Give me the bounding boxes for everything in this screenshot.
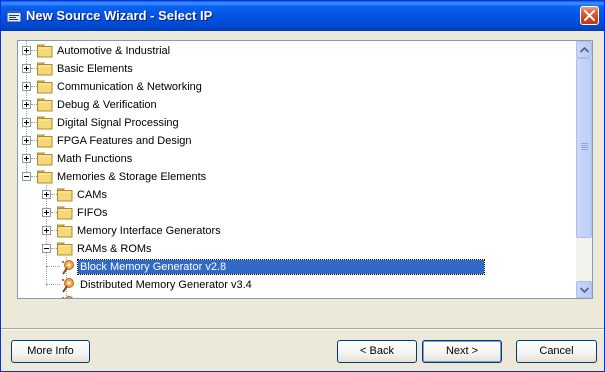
tree-item-label[interactable]: Distributed Memory v7.1 <box>78 296 201 298</box>
close-icon <box>584 10 595 21</box>
tree-row[interactable]: Distributed Memory v7.1 <box>18 294 576 298</box>
next-button[interactable]: Next > <box>422 340 502 363</box>
folder-icon <box>57 206 73 220</box>
tree-row[interactable]: Digital Signal Processing <box>18 114 576 132</box>
folder-icon <box>57 224 73 238</box>
expand-toggle-icon[interactable] <box>22 118 31 127</box>
folder-icon <box>37 98 53 112</box>
scroll-thumb[interactable] <box>576 58 592 238</box>
cancel-button[interactable]: Cancel <box>516 340 597 363</box>
wizard-window: New Source Wizard - Select IP Automotive… <box>0 0 605 372</box>
tree-item-label[interactable]: Debug & Verification <box>55 98 159 112</box>
wizard-app-icon <box>6 8 22 24</box>
folder-icon <box>37 62 53 76</box>
tree-item-label[interactable]: Memory Interface Generators <box>75 224 223 238</box>
tree-item-label[interactable]: Automotive & Industrial <box>55 44 172 58</box>
tree-item-label[interactable]: Math Functions <box>55 152 134 166</box>
scroll-down-button[interactable] <box>576 281 592 298</box>
folder-icon <box>57 188 73 202</box>
scroll-up-arrow-icon <box>580 47 589 53</box>
tree-item-label[interactable]: FIFOs <box>75 206 110 220</box>
ip-tree-content[interactable]: Automotive & Industrial Basic Elements Com… <box>18 41 576 298</box>
tree-row[interactable]: Block Memory Generator v2.8 <box>18 258 576 276</box>
folder-icon <box>37 170 53 184</box>
folder-icon <box>37 44 53 58</box>
tree-row[interactable]: Basic Elements <box>18 60 576 78</box>
dialog-separator <box>1 328 604 330</box>
expand-toggle-icon[interactable] <box>22 154 31 163</box>
title-bar[interactable]: New Source Wizard - Select IP <box>1 1 604 31</box>
expand-toggle-icon[interactable] <box>42 190 51 199</box>
tree-item-label[interactable]: Distributed Memory Generator v3.4 <box>78 278 254 292</box>
back-button[interactable]: < Back <box>337 340 417 363</box>
tree-row[interactable]: RAMs & ROMs <box>18 240 576 258</box>
folder-icon <box>37 134 53 148</box>
tree-row[interactable]: Math Functions <box>18 150 576 168</box>
folder-icon <box>37 80 53 94</box>
collapse-toggle-icon[interactable] <box>42 244 51 253</box>
tree-connector <box>46 266 60 267</box>
expand-toggle-icon[interactable] <box>22 136 31 145</box>
folder-icon <box>57 242 73 256</box>
ip-core-icon <box>62 296 73 298</box>
tree-row[interactable]: Automotive & Industrial <box>18 42 576 60</box>
tree-row[interactable]: FPGA Features and Design <box>18 132 576 150</box>
window-title: New Source Wizard - Select IP <box>26 8 213 23</box>
folder-icon <box>37 116 53 130</box>
expand-toggle-icon[interactable] <box>22 100 31 109</box>
tree-item-label[interactable]: Communication & Networking <box>55 80 204 94</box>
tree-row[interactable]: Communication & Networking <box>18 78 576 96</box>
ip-core-icon <box>62 278 74 293</box>
ip-core-icon <box>62 260 74 275</box>
tree-row[interactable]: Debug & Verification <box>18 96 576 114</box>
tree-row[interactable]: FIFOs <box>18 204 576 222</box>
scroll-up-button[interactable] <box>576 41 592 58</box>
expand-toggle-icon[interactable] <box>42 208 51 217</box>
scroll-down-arrow-icon <box>580 287 589 293</box>
collapse-toggle-icon[interactable] <box>22 172 31 181</box>
tree-row[interactable]: Memory Interface Generators <box>18 222 576 240</box>
folder-icon <box>37 152 53 166</box>
tree-row[interactable]: Distributed Memory Generator v3.4 <box>18 276 576 294</box>
tree-row[interactable]: Memories & Storage Elements <box>18 168 576 186</box>
expand-toggle-icon[interactable] <box>22 64 31 73</box>
tree-item-label[interactable]: RAMs & ROMs <box>75 242 154 256</box>
more-info-button[interactable]: More Info <box>11 340 90 363</box>
tree-item-label[interactable]: CAMs <box>75 188 109 202</box>
expand-toggle-icon[interactable] <box>42 226 51 235</box>
tree-item-label[interactable]: FPGA Features and Design <box>55 134 194 148</box>
vertical-scrollbar[interactable] <box>576 41 592 298</box>
tree-row[interactable]: CAMs <box>18 186 576 204</box>
tree-item-label[interactable]: Digital Signal Processing <box>55 116 181 130</box>
close-button[interactable] <box>580 6 599 25</box>
tree-connector <box>46 284 60 285</box>
tree-item-label-selected[interactable]: Block Memory Generator v2.8 <box>77 259 485 275</box>
expand-toggle-icon[interactable] <box>22 46 31 55</box>
tree-item-label[interactable]: Basic Elements <box>55 62 135 76</box>
expand-toggle-icon[interactable] <box>22 82 31 91</box>
tree-item-label[interactable]: Memories & Storage Elements <box>55 170 208 184</box>
ip-tree-view[interactable]: Automotive & Industrial Basic Elements Com… <box>17 40 593 299</box>
